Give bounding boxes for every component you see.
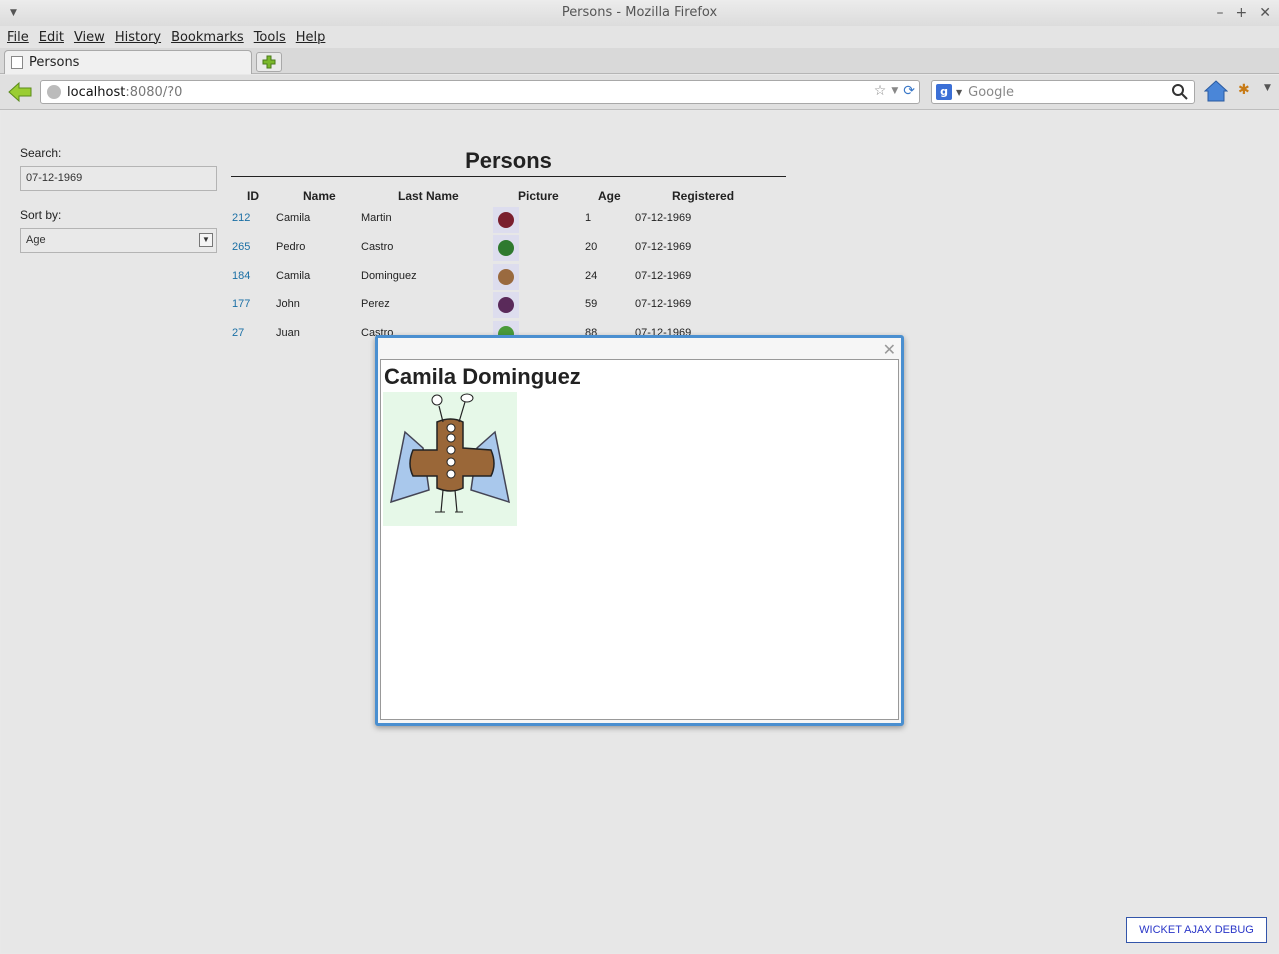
bookmark-star-icon[interactable]: ☆	[874, 83, 887, 99]
menu-file[interactable]: File	[7, 30, 29, 45]
row-id-link[interactable]: 177	[232, 298, 250, 310]
window-menu-icon[interactable]: ▼	[10, 0, 17, 26]
extension-icon[interactable]: ✱	[1238, 82, 1250, 98]
row-name: Camila	[276, 212, 311, 224]
reload-icon[interactable]: ⟳	[903, 83, 915, 99]
new-tab-button[interactable]	[256, 52, 282, 72]
chevron-down-icon[interactable]: ▼	[199, 233, 213, 247]
menu-bookmarks[interactable]: Bookmarks	[171, 30, 244, 45]
person-picture	[383, 392, 517, 526]
row-thumbnail[interactable]	[493, 264, 519, 290]
window-title: Persons - Mozilla Firefox	[561, 5, 718, 20]
row-name: Camila	[276, 270, 311, 282]
menu-bar: File Edit View History Bookmarks Tools H…	[0, 26, 1279, 48]
maximize-icon[interactable]: +	[1236, 0, 1248, 26]
search-label: Search:	[20, 146, 62, 160]
tab-strip: Persons	[0, 48, 1279, 74]
row-last-name: Castro	[361, 241, 394, 253]
home-button[interactable]	[1203, 80, 1229, 106]
row-registered: 07-12-1969	[635, 212, 692, 224]
sort-selected-value: Age	[26, 234, 46, 246]
title-divider	[231, 176, 786, 177]
url-path: :8080/?0	[125, 84, 183, 100]
col-header-name: Name	[303, 189, 336, 203]
row-last-name: Perez	[361, 298, 390, 310]
row-age: 24	[585, 270, 598, 282]
menu-edit[interactable]: Edit	[39, 30, 64, 45]
extension-dropdown-icon[interactable]: ▼	[1264, 83, 1271, 93]
table-title: Persons	[465, 148, 552, 173]
modal-content: Camila Dominguez	[380, 359, 899, 720]
tab-persons[interactable]: Persons	[4, 50, 252, 74]
row-last-name: Dominguez	[361, 270, 417, 282]
row-thumbnail[interactable]	[493, 235, 519, 261]
close-icon[interactable]: ✕	[883, 340, 896, 359]
search-input[interactable]: 07-12-1969	[20, 166, 217, 191]
row-name: John	[276, 298, 300, 310]
menu-view[interactable]: View	[74, 30, 105, 45]
row-thumbnail[interactable]	[493, 207, 519, 233]
url-host: localhost	[67, 84, 126, 100]
search-engine-dropdown-icon[interactable]: ▼	[956, 88, 962, 97]
row-registered: 07-12-1969	[635, 241, 692, 253]
back-arrow-icon	[8, 81, 32, 103]
col-header-id: ID	[247, 189, 259, 203]
row-id-link[interactable]: 212	[232, 212, 250, 224]
row-age: 59	[585, 298, 598, 310]
back-button[interactable]	[7, 81, 33, 107]
search-icon[interactable]	[1171, 83, 1189, 101]
sort-label: Sort by:	[20, 208, 62, 222]
globe-icon	[47, 85, 61, 99]
search-engine-placeholder: Google	[968, 84, 1014, 100]
row-id-link[interactable]: 184	[232, 270, 250, 282]
url-dropdown-icon[interactable]: ▼	[891, 86, 898, 96]
menu-tools[interactable]: Tools	[254, 30, 286, 45]
window-controls: – + ✕	[1217, 0, 1271, 26]
row-registered: 07-12-1969	[635, 270, 692, 282]
menu-history[interactable]: History	[115, 30, 161, 45]
sort-select[interactable]: Age ▼	[20, 228, 217, 253]
menu-help[interactable]: Help	[296, 30, 326, 45]
minimize-icon[interactable]: –	[1217, 0, 1224, 26]
wicket-ajax-debug-button[interactable]: WICKET AJAX DEBUG	[1126, 917, 1267, 943]
row-name: Juan	[276, 327, 300, 339]
row-name: Pedro	[276, 241, 306, 253]
col-header-picture: Picture	[518, 189, 559, 203]
close-window-icon[interactable]: ✕	[1259, 0, 1271, 26]
person-modal: ✕ Camila Dominguez	[375, 335, 904, 726]
modal-title: Camila Dominguez	[384, 364, 581, 389]
row-age: 1	[585, 212, 592, 224]
row-last-name: Martin	[361, 212, 392, 224]
home-icon	[1203, 80, 1229, 102]
page-favicon-icon	[11, 56, 23, 69]
row-age: 20	[585, 241, 598, 253]
window-titlebar: ▼ Persons - Mozilla Firefox – + ✕	[0, 0, 1279, 26]
row-registered: 07-12-1969	[635, 298, 692, 310]
row-thumbnail[interactable]	[493, 292, 519, 318]
col-header-age: Age	[598, 189, 621, 203]
url-bar[interactable]: localhost:8080/?0 ☆ ▼ ⟳	[40, 80, 920, 104]
row-id-link[interactable]: 27	[232, 327, 244, 339]
tab-label: Persons	[29, 55, 80, 70]
plus-icon	[262, 55, 276, 69]
search-engine-bar[interactable]: g ▼ Google	[931, 80, 1195, 104]
col-header-last-name: Last Name	[398, 189, 459, 203]
col-header-registered: Registered	[672, 189, 735, 203]
google-icon[interactable]: g	[936, 84, 952, 100]
nav-toolbar: localhost:8080/?0 ☆ ▼ ⟳ g ▼ Google ✱ ▼	[0, 75, 1279, 110]
row-id-link[interactable]: 265	[232, 241, 250, 253]
